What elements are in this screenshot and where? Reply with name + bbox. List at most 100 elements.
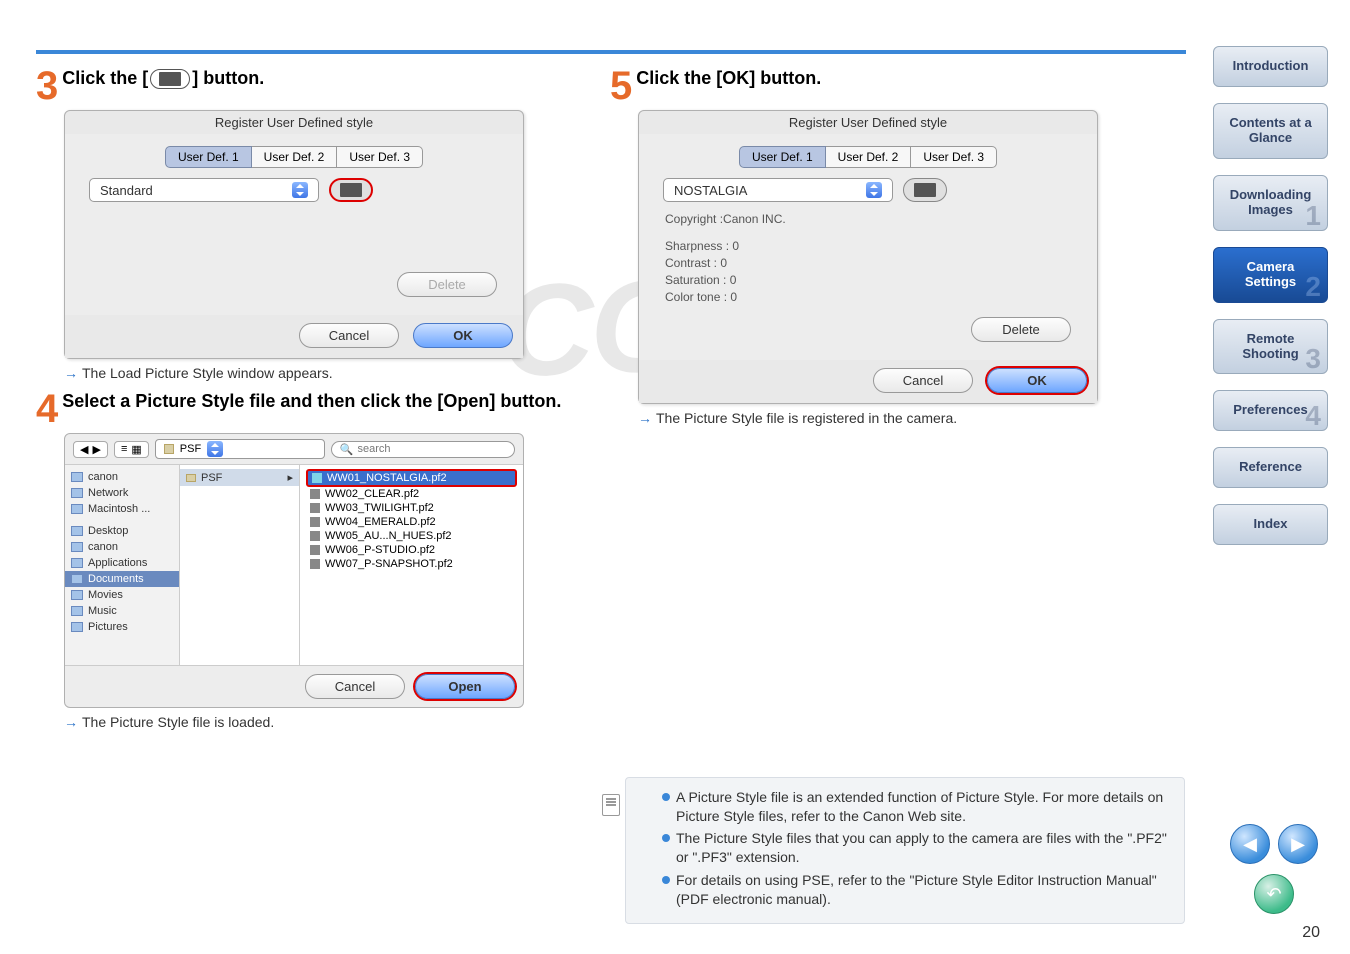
open-file-dialog: ◀▶ ≡▦ PSF 🔍 search canon Network Macinto… (64, 433, 524, 708)
sidebar-item[interactable]: Music (65, 603, 179, 619)
sharpness-value: Sharpness : 0 (665, 239, 1079, 253)
sidebar-item[interactable]: Network (65, 485, 179, 501)
sidebar-item-documents[interactable]: Documents (65, 571, 179, 587)
ok-button[interactable]: OK (987, 368, 1087, 393)
nav-contents[interactable]: Contents at a Glance (1213, 103, 1328, 159)
sidebar-item[interactable]: Movies (65, 587, 179, 603)
delete-button[interactable]: Delete (971, 317, 1071, 342)
folder-icon (150, 69, 190, 89)
step-4-note: The Picture Style file is loaded. (64, 714, 596, 730)
copyright-text: Copyright :Canon INC. (665, 212, 1079, 226)
step-4-heading: Select a Picture Style file and then cli… (62, 391, 561, 411)
folder-icon (340, 183, 362, 197)
tab-user-def-1[interactable]: User Def. 1 (165, 146, 252, 168)
sidebar-item[interactable]: Desktop (65, 523, 179, 539)
style-dropdown[interactable]: NOSTALGIA (663, 178, 893, 202)
page-number: 20 (1302, 924, 1320, 942)
search-icon: 🔍 (340, 443, 354, 456)
saturation-value: Saturation : 0 (665, 273, 1079, 287)
file-item[interactable]: WW02_CLEAR.pf2 (306, 487, 517, 501)
info-bullet-1: A Picture Style file is an extended func… (662, 788, 1172, 826)
file-item[interactable]: WW03_TWILIGHT.pf2 (306, 501, 517, 515)
step-3: 3 Click the [] button. (36, 68, 596, 104)
next-page-button[interactable]: ▶ (1278, 824, 1318, 864)
style-dropdown-value: NOSTALGIA (674, 183, 747, 198)
file-item[interactable]: WW07_P-SNAPSHOT.pf2 (306, 557, 517, 571)
cancel-button[interactable]: Cancel (299, 323, 399, 348)
style-dropdown[interactable]: Standard (89, 178, 319, 202)
nav-index[interactable]: Index (1213, 504, 1328, 545)
sidebar-item[interactable]: Macintosh ... (65, 501, 179, 517)
right-column: 5 Click the [OK] button. Register User D… (610, 68, 1170, 426)
cancel-button[interactable]: Cancel (873, 368, 973, 393)
nav-back-forward[interactable]: ◀▶ (73, 441, 108, 458)
chevron-updown-icon (292, 182, 308, 198)
tab-user-def-3[interactable]: User Def. 3 (336, 146, 423, 168)
folder-icon (164, 444, 174, 454)
chevron-updown-icon (207, 441, 223, 457)
nav-reference[interactable]: Reference (1213, 447, 1328, 488)
pager: ◀ ▶ (1230, 824, 1318, 864)
location-dropdown[interactable]: PSF (155, 439, 325, 459)
user-def-tabs: User Def. 1 User Def. 2 User Def. 3 (83, 146, 505, 168)
open-button[interactable]: Open (415, 674, 515, 699)
info-bullet-2: The Picture Style files that you can app… (662, 829, 1172, 867)
file-item[interactable]: WW05_AU...N_HUES.pf2 (306, 529, 517, 543)
folder-psf[interactable]: PSF ▸ (180, 469, 299, 486)
sidebar-item[interactable]: canon (65, 539, 179, 555)
step-3-number: 3 (36, 68, 58, 104)
cancel-button[interactable]: Cancel (305, 674, 405, 699)
nav-remote-shooting[interactable]: Remote Shooting3 (1213, 319, 1328, 375)
return-button[interactable]: ↶ (1254, 874, 1294, 914)
file-item-selected[interactable]: WW01_NOSTALGIA.pf2 (306, 469, 517, 487)
dialog-title: Register User Defined style (65, 111, 523, 134)
file-item[interactable]: WW04_EMERALD.pf2 (306, 515, 517, 529)
file-item[interactable]: WW06_P-STUDIO.pf2 (306, 543, 517, 557)
dialog-title: Register User Defined style (639, 111, 1097, 134)
step-3-note: The Load Picture Style window appears. (64, 365, 596, 381)
top-rule (36, 50, 1186, 54)
colortone-value: Color tone : 0 (665, 290, 1079, 304)
step-4: 4 Select a Picture Style file and then c… (36, 391, 596, 427)
file-sidebar: canon Network Macintosh ... Desktop cano… (65, 465, 180, 665)
register-style-dialog-step5: Register User Defined style User Def. 1 … (638, 110, 1098, 404)
prev-page-button[interactable]: ◀ (1230, 824, 1270, 864)
sidebar-item[interactable]: Applications (65, 555, 179, 571)
ok-button[interactable]: OK (413, 323, 513, 348)
step-4-number: 4 (36, 391, 58, 427)
step-3-heading: Click the [] button. (62, 68, 264, 88)
style-dropdown-value: Standard (100, 183, 153, 198)
register-style-dialog-step3: Register User Defined style User Def. 1 … (64, 110, 524, 359)
chevron-right-icon: ▸ (287, 471, 293, 484)
tab-user-def-1[interactable]: User Def. 1 (739, 146, 826, 168)
info-bullet-3: For details on using PSE, refer to the "… (662, 871, 1172, 909)
nav-preferences[interactable]: Preferences4 (1213, 390, 1328, 431)
user-def-tabs: User Def. 1 User Def. 2 User Def. 3 (657, 146, 1079, 168)
nav-camera-settings[interactable]: Camera Settings2 (1213, 247, 1328, 303)
tab-user-def-2[interactable]: User Def. 2 (251, 146, 338, 168)
left-column: 3 Click the [] button. Register User Def… (36, 68, 596, 730)
nav-downloading[interactable]: Downloading Images1 (1213, 175, 1328, 231)
nav-introduction[interactable]: Introduction (1213, 46, 1328, 87)
step-5: 5 Click the [OK] button. (610, 68, 1170, 104)
step-5-note: The Picture Style file is registered in … (638, 410, 1170, 426)
step-5-number: 5 (610, 68, 632, 104)
info-box: A Picture Style file is an extended func… (625, 777, 1185, 924)
load-style-button[interactable] (329, 178, 373, 202)
folder-icon (914, 183, 936, 197)
sidebar-item[interactable]: Pictures (65, 619, 179, 635)
contrast-value: Contrast : 0 (665, 256, 1079, 270)
view-mode[interactable]: ≡▦ (114, 441, 149, 458)
sidebar-item[interactable]: canon (65, 469, 179, 485)
note-icon (602, 794, 620, 816)
load-style-button[interactable] (903, 178, 947, 202)
file-list: WW01_NOSTALGIA.pf2 WW02_CLEAR.pf2 WW03_T… (300, 465, 523, 665)
tab-user-def-2[interactable]: User Def. 2 (825, 146, 912, 168)
step-5-heading: Click the [OK] button. (636, 68, 821, 88)
chevron-updown-icon (866, 182, 882, 198)
search-input[interactable]: 🔍 search (331, 441, 515, 458)
tab-user-def-3[interactable]: User Def. 3 (910, 146, 997, 168)
side-nav: Introduction Contents at a Glance Downlo… (1213, 46, 1328, 561)
delete-button[interactable]: Delete (397, 272, 497, 297)
file-mid-column: PSF ▸ (180, 465, 300, 665)
